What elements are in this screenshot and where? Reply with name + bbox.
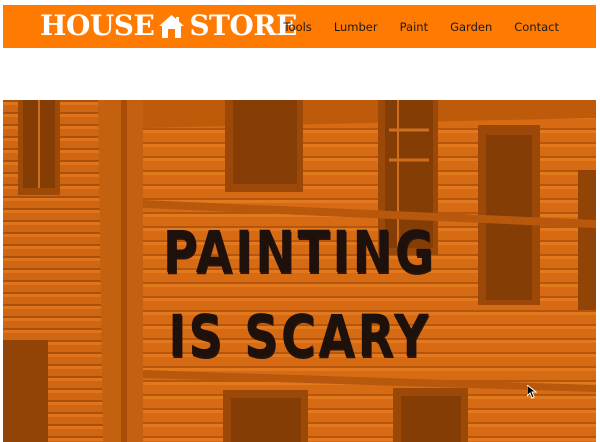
nav-item-tools[interactable]: Tools: [283, 20, 311, 34]
nav-item-lumber[interactable]: Lumber: [334, 20, 378, 34]
main-nav: Tools Lumber Paint Garden Contact: [261, 5, 559, 48]
hero-title-line-2: IS SCARY: [168, 302, 431, 370]
nav-item-paint[interactable]: Paint: [400, 20, 428, 34]
site-header: HOUSE STORE Tools Lumber Paint Garden Co…: [3, 5, 596, 48]
mouse-pointer-icon: [527, 385, 537, 399]
hero-banner: PAINTING IS SCARY: [3, 100, 596, 442]
site-logo[interactable]: HOUSE STORE: [40, 11, 297, 41]
logo-text-house: HOUSE: [40, 9, 155, 42]
house-icon: [159, 14, 185, 39]
page: HOUSE STORE Tools Lumber Paint Garden Co…: [0, 0, 600, 442]
nav-item-garden[interactable]: Garden: [450, 20, 492, 34]
hero-title-line-1: PAINTING: [162, 218, 437, 286]
nav-item-contact[interactable]: Contact: [514, 20, 559, 34]
hero-title: PAINTING IS SCARY: [56, 210, 542, 378]
